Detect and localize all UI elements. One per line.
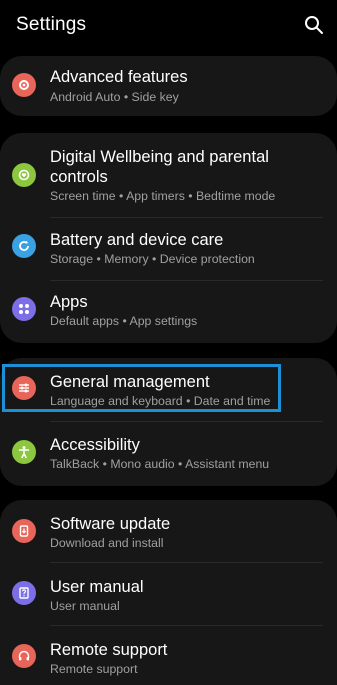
item-subtitle: TalkBack • Mono audio • Assistant menu xyxy=(50,457,270,471)
item-label: Battery and device care xyxy=(50,231,224,249)
refresh-icon xyxy=(12,234,36,258)
item-label: Remote support xyxy=(50,641,168,659)
app-header: Settings xyxy=(0,0,337,54)
item-subtitle: User manual xyxy=(50,599,120,613)
item-subtitle: Default apps • App settings xyxy=(50,314,198,328)
headset-icon xyxy=(12,644,36,668)
settings-group-2: Digital Wellbeing and parental controls … xyxy=(0,133,337,343)
selection-highlight xyxy=(2,364,281,412)
item-label: Software update xyxy=(50,515,171,533)
settings-item-user-manual[interactable]: User manual User manual xyxy=(0,563,337,624)
item-subtitle: Screen time • App timers • Bedtime mode xyxy=(50,189,276,203)
item-subtitle: Android Auto • Side key xyxy=(50,90,179,104)
software-update-icon xyxy=(12,519,36,543)
item-subtitle: Download and install xyxy=(50,536,164,550)
accessibility-icon xyxy=(12,440,36,464)
search-icon[interactable] xyxy=(303,14,325,36)
item-label: Apps xyxy=(50,293,88,311)
page-title: Settings xyxy=(16,14,87,35)
gear-plus-icon xyxy=(12,73,36,97)
settings-item-software-update[interactable]: Software update Download and install xyxy=(0,500,337,561)
settings-item-advanced-features[interactable]: Advanced features Android Auto • Side ke… xyxy=(0,56,337,116)
item-subtitle: Storage • Memory • Device protection xyxy=(50,252,255,266)
item-label: User manual xyxy=(50,578,144,596)
apps-grid-icon xyxy=(12,297,36,321)
settings-group-4: Software update Download and install Use… xyxy=(0,500,337,685)
settings-group-1: Advanced features Android Auto • Side ke… xyxy=(0,56,337,116)
settings-item-digital-wellbeing[interactable]: Digital Wellbeing and parental controls … xyxy=(0,133,337,213)
heart-icon xyxy=(12,163,36,187)
manual-icon xyxy=(12,581,36,605)
item-label: Advanced features xyxy=(50,68,188,86)
settings-item-apps[interactable]: Apps Default apps • App settings xyxy=(0,281,337,343)
item-label: Accessibility xyxy=(50,436,140,454)
item-subtitle: Remote support xyxy=(50,662,138,676)
settings-item-battery-device-care[interactable]: Battery and device care Storage • Memory… xyxy=(0,218,337,279)
item-label: Digital Wellbeing and parental controls xyxy=(50,148,269,186)
settings-item-accessibility[interactable]: Accessibility TalkBack • Mono audio • As… xyxy=(0,422,337,486)
settings-item-remote-support[interactable]: Remote support Remote support xyxy=(0,626,337,685)
